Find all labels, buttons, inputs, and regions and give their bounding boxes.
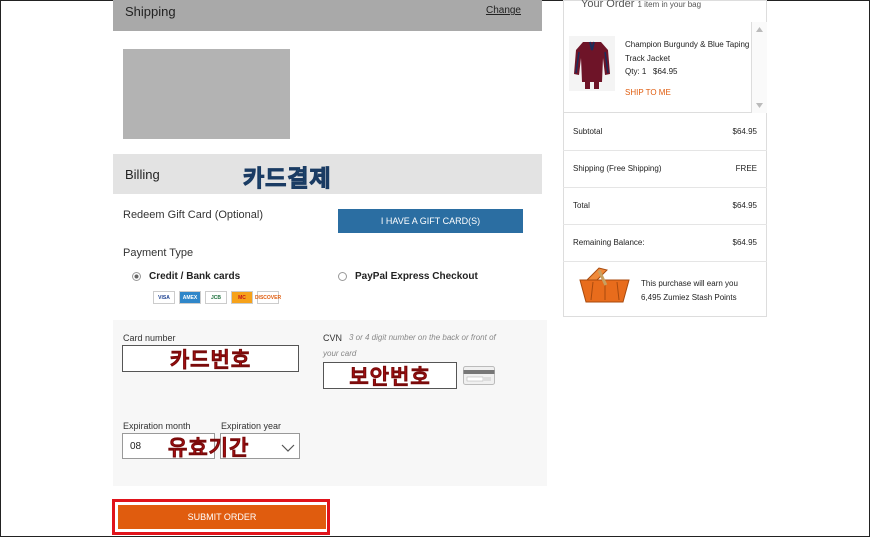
product-thumbnail[interactable]	[569, 36, 615, 91]
stash-dumpster-icon	[577, 266, 632, 306]
total-label: Total	[573, 201, 590, 210]
change-shipping-link[interactable]: Change	[486, 5, 521, 16]
item-qty: Qty: 1	[625, 67, 647, 76]
paypal-option-label: PayPal Express Checkout	[355, 271, 478, 282]
order-title: Your Order 1 item in your bag	[581, 0, 702, 10]
exp-year-label: Expiration year	[221, 421, 282, 431]
stash-line-1: This purchase will earn you	[641, 279, 738, 288]
remaining-label: Remaining Balance:	[573, 238, 645, 247]
summary-total: Total $64.95	[563, 188, 767, 225]
submit-order-button[interactable]: SUBMIT ORDER	[118, 505, 326, 529]
card-number-annotation: 카드번호	[169, 347, 252, 372]
card-back-icon	[463, 366, 495, 385]
jcb-icon: JCB	[205, 291, 227, 304]
exp-month-label: Expiration month	[123, 421, 191, 431]
billing-title: Billing	[125, 167, 160, 182]
shipping-title: Shipping	[125, 4, 176, 19]
shipping-cost-label: Shipping (Free Shipping)	[573, 164, 662, 173]
payment-option-credit[interactable]: Credit / Bank cards	[132, 271, 240, 282]
summary-remaining: Remaining Balance: $64.95	[563, 225, 767, 262]
order-count: 1 item in your bag	[637, 0, 702, 9]
cvn-input[interactable]: 보안번호	[323, 362, 457, 389]
item-name[interactable]: Champion Burgundy & Blue Taping Track Ja…	[625, 38, 750, 66]
scroll-down-icon[interactable]	[756, 103, 763, 108]
mastercard-icon: MC	[231, 291, 253, 304]
billing-annotation: 카드결제	[243, 166, 332, 193]
gift-card-label: Redeem Gift Card (Optional)	[123, 209, 263, 221]
scroll-up-icon[interactable]	[756, 27, 763, 32]
subtotal-label: Subtotal	[573, 127, 603, 136]
discover-icon: DISCOVER	[255, 291, 281, 304]
payment-type-label: Payment Type	[123, 247, 194, 259]
shipping-cost-value: FREE	[735, 164, 757, 173]
paypal-radio[interactable]	[338, 272, 347, 281]
item-price: $64.95	[653, 67, 678, 76]
billing-header: Billing 카드결제	[113, 154, 542, 194]
exp-month-value: 08	[130, 441, 142, 452]
credit-radio[interactable]	[132, 272, 141, 281]
payment-option-paypal[interactable]: PayPal Express Checkout	[338, 271, 478, 282]
stash-points-text: This purchase will earn you 6,495 Zumiez…	[641, 277, 738, 305]
cvn-hint-text: 3 or 4 digit number on the back or front…	[323, 333, 496, 358]
shipping-header: Shipping Change	[113, 0, 542, 31]
credit-option-label: Credit / Bank cards	[149, 271, 241, 282]
chevron-down-icon	[281, 440, 295, 458]
card-number-label: Card number	[123, 333, 176, 343]
item-ship-method: SHIP TO ME	[625, 88, 671, 97]
card-number-input[interactable]: 카드번호	[122, 345, 299, 372]
subtotal-value: $64.95	[732, 127, 757, 136]
cvn-annotation: 보안번호	[349, 364, 431, 389]
item-qty-price: Qty: 1 $64.95	[625, 67, 677, 76]
item-scrollbar[interactable]	[752, 22, 767, 113]
remaining-value: $64.95	[732, 238, 757, 247]
summary-shipping: Shipping (Free Shipping) FREE	[563, 151, 767, 188]
summary-subtotal: Subtotal $64.95	[563, 114, 767, 151]
shipping-address-redacted	[123, 49, 290, 139]
card-logos: VISA AMEX JCB MC DISCOVER	[153, 291, 281, 304]
visa-icon: VISA	[153, 291, 175, 304]
stash-line-2: 6,495 Zumiez Stash Points	[641, 293, 737, 302]
expiry-annotation: 유효기간	[168, 436, 250, 461]
gift-card-button[interactable]: I HAVE A GIFT CARD(S)	[338, 209, 523, 233]
total-value: $64.95	[732, 201, 757, 210]
amex-icon: AMEX	[179, 291, 201, 304]
